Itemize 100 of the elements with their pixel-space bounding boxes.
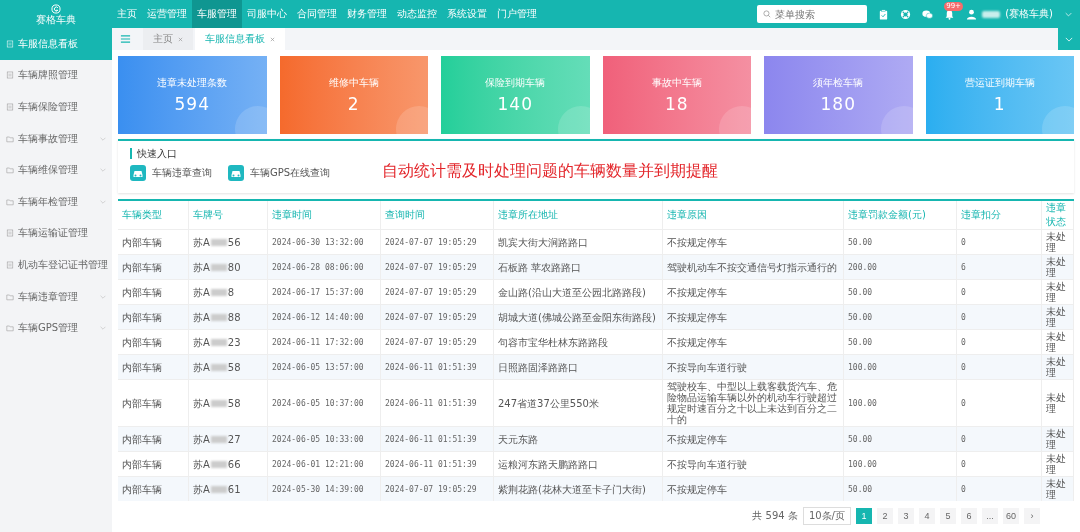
page-button[interactable]: 5 (940, 508, 956, 524)
folder-icon (6, 134, 14, 143)
stat-label: 须年检车辆 (813, 76, 864, 90)
menu-icon[interactable] (120, 34, 131, 44)
stat-value: 2 (347, 94, 360, 114)
page-button[interactable]: 60 (1003, 508, 1019, 524)
table-cell: 苏A 80 (193, 261, 241, 273)
table-cell: 不按规定停车 (662, 329, 844, 355)
table-cell: 未处理 (1041, 229, 1074, 255)
chevron-down-icon[interactable] (1065, 11, 1072, 17)
table-cell: 2024-07-07 19:05:29 (380, 254, 494, 280)
quick-link[interactable]: 车辆违章查询 (130, 165, 212, 181)
tab-label: 车服信息看板 (205, 32, 265, 46)
sidebar-item-label: 机动车登记证书管理 (18, 257, 108, 272)
blurred-name (982, 10, 1001, 18)
sidebar-item[interactable]: 车辆维保管理 (0, 154, 112, 186)
sidebar-item[interactable]: 车辆违章管理 (0, 280, 112, 313)
sidebar-item-label: 车服信息看板 (18, 36, 78, 51)
table-cell: 50.00 (843, 304, 957, 330)
table-cell: 0 (956, 229, 1042, 255)
page-button[interactable]: 2 (877, 508, 893, 524)
table-cell: 2024-06-28 08:06:00 (267, 254, 381, 280)
sidebar-item[interactable]: 车辆运输证管理 (0, 217, 112, 250)
chevron-down-icon (100, 326, 106, 331)
page-button[interactable]: 3 (898, 508, 914, 524)
table-cell: 2024-06-05 13:57:00 (267, 354, 381, 380)
table-cell: 200.00 (843, 254, 957, 280)
table-cell: 内部车辆 (118, 254, 189, 280)
table-cell: 苏A 8 (193, 286, 235, 298)
table-cell: 内部车辆 (118, 451, 189, 477)
sidebar-item-label: 车辆维保管理 (18, 163, 78, 178)
sidebar-item[interactable]: 车辆GPS管理 (0, 312, 112, 344)
page-button[interactable]: 4 (919, 508, 935, 524)
table-cell: 天元东路 (493, 426, 663, 452)
sidebar-item[interactable]: 车辆牌照管理 (0, 59, 112, 92)
clipboard-icon[interactable] (878, 8, 890, 20)
table-cell: 2024-06-11 17:32:00 (267, 329, 381, 355)
page-button[interactable]: 6 (961, 508, 977, 524)
table-cell: 内部车辆 (118, 354, 189, 380)
table-cell: 驾驶机动车不按交通信号灯指示通行的 (662, 254, 844, 280)
page-tab[interactable]: 主页 (143, 28, 193, 50)
table-cell: 不按规定停车 (662, 426, 844, 452)
table-cell: 0 (956, 279, 1042, 305)
table-cell: 2024-07-07 19:05:29 (380, 279, 494, 305)
folder-icon (6, 324, 14, 333)
nav-menu-item[interactable]: 车服管理 (192, 0, 242, 28)
chevron-down-icon (100, 294, 106, 299)
page-button[interactable]: ... (982, 508, 998, 524)
column-header: 查询时间 (380, 201, 494, 230)
document-icon (6, 103, 14, 111)
table-cell: 内部车辆 (118, 229, 189, 255)
sidebar-item[interactable]: 机动车登记证书管理 (0, 249, 112, 281)
document-icon (6, 39, 14, 48)
search-field[interactable]: 菜单搜索 (757, 5, 868, 23)
table-cell: 苏A 56 (193, 236, 241, 248)
sidebar-item[interactable]: 车辆保险管理 (0, 91, 112, 123)
close-icon[interactable] (270, 36, 275, 42)
table-cell: 6 (956, 254, 1042, 280)
chat-bubbles-icon[interactable] (922, 8, 934, 20)
table-cell: 苏A 58 (193, 397, 241, 409)
table-cell: 50.00 (843, 329, 957, 355)
table-cell: 苏A 58 (193, 361, 241, 373)
table-cell: 未处理 (1041, 329, 1074, 355)
table-cell: 2024-06-11 01:51:39 (380, 451, 494, 477)
table-cell: 2024-06-11 01:51:39 (380, 426, 494, 452)
table-cell: 2024-06-17 15:37:00 (267, 279, 381, 305)
sidebar-item[interactable]: 车辆年检管理 (0, 185, 112, 218)
table-cell: 未处理 (1041, 476, 1074, 501)
tab-label: 主页 (153, 32, 173, 46)
sidebar-item[interactable]: 车辆事故管理 (0, 122, 112, 155)
next-page-button[interactable]: › (1024, 508, 1040, 524)
close-icon[interactable] (178, 36, 183, 42)
logo-icon (51, 3, 61, 14)
table-cell: 未处理 (1041, 451, 1074, 477)
page-size-select[interactable]: 10条/页 (802, 507, 851, 525)
table-cell: 金山路(沿山大道至公园北路路段) (493, 279, 663, 305)
table-cell: 不按规定停车 (662, 476, 844, 501)
table-cell: 未处理 (1041, 426, 1074, 452)
table-cell: 驾驶校车、中型以上载客载货汽车、危险物品运输车辆以外的机动车行驶超过规定时速百分之十以上未达到百分之二十的 (662, 379, 844, 427)
sidebar-item-label: 车辆事故管理 (18, 131, 78, 146)
user-icon[interactable] (966, 8, 978, 20)
table-cell: 100.00 (843, 451, 957, 477)
stat-label: 营运证到期车辆 (964, 76, 1035, 90)
stat-label: 违章未处理条数 (157, 76, 228, 90)
table-cell: 2024-07-07 19:05:29 (380, 304, 494, 330)
table-cell: 0 (956, 451, 1042, 477)
column-header: 违章所在地址 (493, 201, 663, 230)
table-cell: 内部车辆 (118, 279, 189, 305)
table-cell: 不按导向车道行驶 (662, 354, 844, 380)
folder-icon (6, 292, 14, 301)
table-cell: 247省道37公里550米 (493, 379, 663, 427)
lifebuoy-icon[interactable] (900, 8, 912, 20)
table-cell: 紫荆花路(花林大道至卡子门大街) (493, 476, 663, 501)
quick-link[interactable]: 车辆GPS在线查询 (228, 165, 331, 181)
stat-value: 594 (174, 94, 210, 114)
sidebar-item-label: 车辆保险管理 (18, 100, 78, 114)
stat-value: 1 (993, 94, 1006, 114)
column-header: 车辆类型 (118, 201, 189, 230)
table-cell: 0 (956, 476, 1042, 501)
stat-label: 维修中车辆 (328, 76, 379, 90)
